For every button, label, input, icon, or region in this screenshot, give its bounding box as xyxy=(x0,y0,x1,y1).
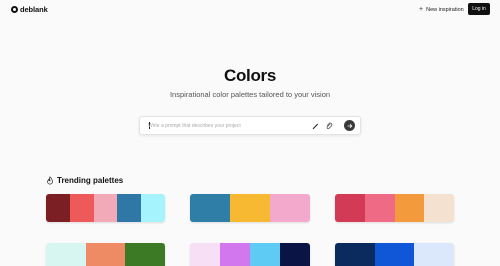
logo-mark-icon xyxy=(11,6,18,13)
palette-card[interactable] xyxy=(46,243,165,266)
color-swatch[interactable] xyxy=(46,194,70,222)
login-button[interactable]: Log in xyxy=(468,3,490,15)
magic-pen-icon[interactable] xyxy=(311,122,319,130)
new-inspiration-button[interactable]: + New inspiration xyxy=(416,4,467,15)
color-swatch[interactable] xyxy=(46,243,86,266)
logo[interactable]: deblank xyxy=(11,5,48,14)
page-subtitle: Inspirational color palettes tailored to… xyxy=(169,90,331,99)
arrow-right-icon xyxy=(347,123,352,128)
color-swatch[interactable] xyxy=(69,194,94,222)
color-swatch[interactable] xyxy=(414,243,454,266)
color-swatch[interactable] xyxy=(270,194,310,222)
color-swatch[interactable] xyxy=(190,194,230,222)
color-swatch[interactable] xyxy=(335,243,375,266)
color-swatch[interactable] xyxy=(125,243,165,266)
palette-card[interactable] xyxy=(46,194,165,222)
color-swatch[interactable] xyxy=(424,194,454,222)
color-swatch[interactable] xyxy=(190,243,220,266)
color-swatch[interactable] xyxy=(141,194,165,222)
trending-header: Trending palettes xyxy=(46,176,123,185)
color-swatch[interactable] xyxy=(230,194,270,222)
flame-icon xyxy=(47,176,53,185)
color-swatch[interactable] xyxy=(364,194,395,222)
color-swatch[interactable] xyxy=(93,194,118,222)
send-button[interactable] xyxy=(344,120,355,131)
palette-card[interactable] xyxy=(190,194,310,222)
color-swatch[interactable] xyxy=(220,243,250,266)
logo-text: deblank xyxy=(20,5,48,14)
color-swatch[interactable] xyxy=(374,243,415,266)
color-swatch[interactable] xyxy=(117,194,142,222)
attach-icon[interactable] xyxy=(325,122,333,130)
color-swatch[interactable] xyxy=(335,194,365,222)
trending-title: Trending palettes xyxy=(57,176,124,185)
top-nav: deblank + New inspiration Log in xyxy=(0,0,500,19)
new-inspiration-label: New inspiration xyxy=(426,6,464,13)
palette-card[interactable] xyxy=(335,243,454,266)
color-swatch[interactable] xyxy=(250,243,280,266)
page-title: Colors xyxy=(223,66,277,85)
color-swatch[interactable] xyxy=(85,243,126,266)
palette-card[interactable] xyxy=(190,243,310,266)
plus-icon: + xyxy=(419,6,424,13)
prompt-input[interactable] xyxy=(148,121,298,131)
color-swatch[interactable] xyxy=(280,243,310,266)
color-swatch[interactable] xyxy=(394,194,425,222)
palette-card[interactable] xyxy=(335,194,454,222)
